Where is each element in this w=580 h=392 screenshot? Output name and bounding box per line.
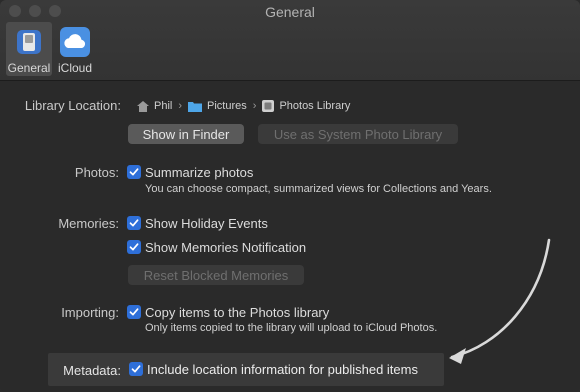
preferences-window: General General iCloud Library Location:… bbox=[0, 0, 580, 392]
annotation-arrow bbox=[449, 238, 551, 364]
